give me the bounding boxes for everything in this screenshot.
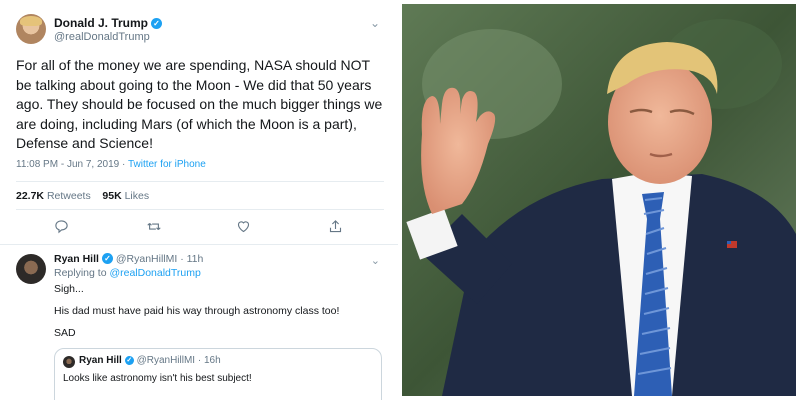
retweets-label[interactable]: Retweets [47, 190, 91, 202]
tweet-source[interactable]: Twitter for iPhone [128, 159, 206, 170]
reply-line: Sigh... [54, 283, 84, 295]
reply-icon[interactable] [54, 219, 69, 237]
tweet-time[interactable]: 11:08 PM - Jun 7, 2019 [16, 159, 119, 170]
replying-to-handle[interactable]: @realDonaldTrump [109, 267, 200, 279]
retweets-count[interactable]: 22.7K [16, 190, 44, 202]
quoted-avatar [63, 356, 75, 368]
author-handle[interactable]: @realDonaldTrump [54, 31, 150, 43]
share-icon[interactable] [328, 219, 343, 237]
likes-count[interactable]: 95K [102, 190, 121, 202]
chevron-down-icon[interactable]: ⌄ [370, 16, 380, 30]
reply-header: Ryan Hill ✓ @RyanHillMI · 11h [54, 253, 203, 265]
tweet-stats: 22.7K Retweets 95K Likes [16, 190, 149, 202]
quoted-text: Looks like astronomy isn't his best subj… [63, 373, 252, 384]
tweet-meta: 11:08 PM - Jun 7, 2019 · Twitter for iPh… [16, 159, 206, 170]
author-avatar[interactable] [16, 14, 46, 44]
quoted-author-name: Ryan Hill [79, 355, 122, 366]
retweet-icon[interactable] [146, 219, 162, 237]
quoted-header: Ryan Hill ✓ @RyanHillMI · 16h [79, 355, 221, 366]
reply-line: His dad must have paid his way through a… [54, 305, 340, 317]
divider [16, 209, 384, 210]
replying-prefix: Replying to [54, 267, 107, 279]
reply-author-handle[interactable]: @RyanHillMI [116, 253, 177, 265]
chevron-down-icon[interactable]: ⌄ [371, 254, 380, 267]
meta-separator: · [119, 159, 128, 170]
divider [0, 244, 398, 245]
author-name[interactable]: Donald J. Trump ✓ [54, 16, 163, 30]
verified-icon: ✓ [151, 18, 163, 29]
likes-label[interactable]: Likes [125, 190, 150, 202]
reply-time[interactable]: · 11h [180, 253, 203, 265]
photo-illustration [402, 4, 796, 396]
tweet-text: For all of the money we are spending, NA… [16, 57, 383, 151]
like-icon[interactable] [236, 219, 251, 237]
replying-to: Replying to @realDonaldTrump [54, 267, 201, 279]
photo-panel [402, 4, 796, 396]
quoted-tweet[interactable]: Ryan Hill ✓ @RyanHillMI · 16h Looks like … [54, 348, 382, 400]
reply-line: SAD [54, 327, 76, 339]
reply-avatar[interactable] [16, 254, 46, 284]
tweet-actions [16, 219, 384, 237]
quoted-time: · 16h [197, 355, 221, 366]
divider [16, 181, 384, 182]
tweet-panel: Donald J. Trump ✓ @realDonaldTrump ⌄ For … [0, 0, 398, 400]
author-name-text[interactable]: Donald J. Trump [54, 16, 148, 30]
quoted-author-handle: @RyanHillMI [136, 355, 196, 366]
verified-icon: ✓ [124, 356, 134, 365]
reply-author-name[interactable]: Ryan Hill [54, 253, 99, 265]
verified-icon: ✓ [101, 253, 113, 264]
